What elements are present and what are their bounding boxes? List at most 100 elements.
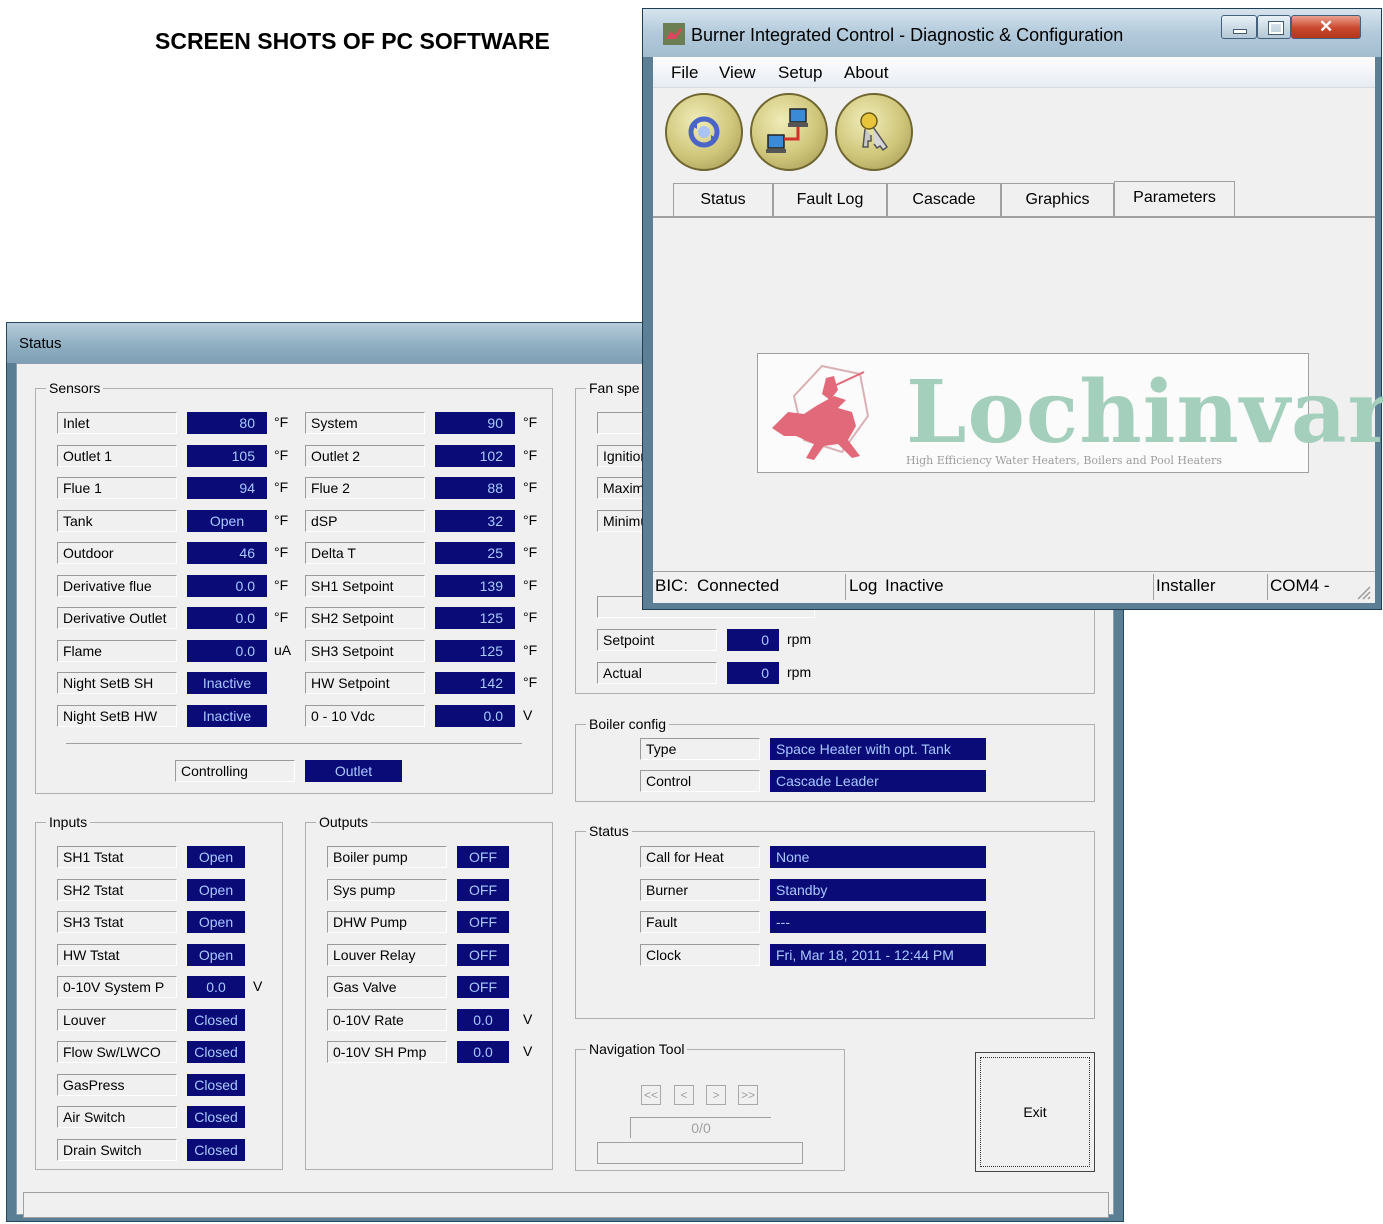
connect-toolbar-button[interactable] [750,93,828,171]
fan-actual-unit: rpm [787,664,812,680]
sensor-sh2-setpoint-unit: °F [523,609,538,625]
status-window-statusbar [23,1192,1109,1218]
app-icon [663,23,685,45]
tab-graphics[interactable]: Graphics [1001,183,1114,217]
menu-view[interactable]: View [719,63,756,83]
close-button[interactable]: ✕ [1291,15,1361,39]
sensor-0-10-vdc-value: 0.0 [435,705,515,727]
statusbar-divider [845,574,846,600]
sensor-night-setb-sh-label: Night SetB SH [57,672,177,694]
sensor-derivative-flue-unit: °F [274,577,289,593]
boiler-control-label: Control [640,770,760,792]
nav-prev-button[interactable]: < [674,1085,694,1105]
fan-speed-group-title: Fan spe [586,380,643,396]
status-info-title: Status [586,823,632,839]
maximize-button[interactable] [1257,15,1291,39]
output-louver-relay-label: Louver Relay [327,944,447,966]
sensor-sh3-setpoint-value: 125 [435,640,515,662]
sensor-sh3-setpoint-unit: °F [523,642,538,658]
sensor-night-setb-sh-value: Inactive [187,672,267,694]
horse-rider-logo-icon [772,364,870,460]
output-0-10v-rate-value: 0.0 [457,1009,509,1031]
status-call-for-heat-label: Call for Heat [640,846,760,868]
fan-actual-label: Actual [597,662,717,684]
sensor-night-setb-hw-value: Inactive [187,705,267,727]
sensor-sh3-setpoint-label: SH3 Setpoint [305,640,425,662]
lochinvar-logo: Lochinvar High Efficiency Water Heaters,… [757,353,1383,473]
nav-next-button[interactable]: > [706,1085,726,1105]
sensor-sh2-setpoint-value: 125 [435,607,515,629]
input-0-10v-system-p-unit: V [253,978,263,994]
sensor-flue-2-unit: °F [523,479,538,495]
input-0-10v-system-p-value: 0.0 [187,976,245,998]
input-hw-tstat-label: HW Tstat [57,944,177,966]
sensor-derivative-outlet-label: Derivative Outlet [57,607,177,629]
sensor-inlet-unit: °F [274,414,289,430]
sensor-derivative-flue-value: 0.0 [187,575,267,597]
tab-fault-log[interactable]: Fault Log [773,183,887,217]
refresh-toolbar-button[interactable] [665,93,743,171]
bic-window: Burner Integrated Control - Diagnostic &… [642,8,1383,610]
status-fault-label: Fault [640,911,760,933]
sensor-sh1-setpoint-unit: °F [523,577,538,593]
tab-status[interactable]: Status [673,183,773,217]
output-boiler-pump-label: Boiler pump [327,846,447,868]
tab-parameters[interactable]: Parameters [1114,181,1235,217]
sensor-dsp-label: dSP [305,510,425,532]
minimize-button[interactable] [1221,15,1257,39]
sensor-derivative-outlet-value: 0.0 [187,607,267,629]
output-gas-valve-value: OFF [457,976,509,998]
sensor-system-label: System [305,412,425,434]
input-drain-switch-label: Drain Switch [57,1139,177,1161]
bic-statusbar: BIC: Connected Log Inactive Installer CO… [653,571,1375,602]
boiler-type-value: Space Heater with opt. Tank [770,738,986,760]
bic-connection-state: Connected [697,576,780,595]
boiler-config-title: Boiler config [586,716,670,732]
fan-setpoint-label: Setpoint [597,629,717,651]
nav-last-button[interactable]: >> [738,1085,758,1105]
sensor-outlet-2-label: Outlet 2 [305,445,425,467]
resize-grip-icon[interactable] [1355,584,1371,600]
bic-label: BIC: [655,576,689,595]
sensor-delta-t-label: Delta T [305,542,425,564]
log-state: Inactive [885,576,944,595]
nav-first-button[interactable]: << [641,1085,661,1105]
output-0-10v-rate-label: 0-10V Rate [327,1009,447,1031]
user-level: Installer [1156,576,1216,595]
refresh-icon [688,116,720,148]
sensor-inlet-value: 80 [187,412,267,434]
sensor-tank-unit: °F [274,512,289,528]
sensor-inlet-label: Inlet [57,412,177,434]
tab-cascade[interactable]: Cascade [887,183,1001,217]
log-label: Log [849,576,878,595]
sensor-outdoor-unit: °F [274,544,289,560]
logo-wordmark: Lochinvar [906,362,1383,463]
exit-button-label: Exit [1023,1104,1047,1120]
keys-toolbar-button[interactable] [835,93,913,171]
statusbar-divider [1267,574,1268,600]
status-clock-label: Clock [640,944,760,966]
output-dhw-pump-label: DHW Pump [327,911,447,933]
bic-window-title: Burner Integrated Control - Diagnostic &… [691,25,1124,45]
menu-about[interactable]: About [844,63,888,83]
sensor-dsp-value: 32 [435,510,515,532]
sensor-derivative-outlet-unit: °F [274,609,289,625]
sensor-derivative-flue-label: Derivative flue [57,575,177,597]
close-icon: ✕ [1319,17,1334,36]
sensor-0-10-vdc-unit: V [523,707,533,723]
boiler-type-label: Type [640,738,760,760]
network-icon [766,108,808,153]
logo-tagline: High Efficiency Water Heaters, Boilers a… [906,454,1222,467]
inputs-group-title: Inputs [46,814,91,830]
window-controls: ✕ [1221,15,1373,39]
input-louver-label: Louver [57,1009,177,1031]
menu-setup[interactable]: Setup [778,63,822,83]
output-0-10v-rate-unit: V [523,1011,533,1027]
output-dhw-pump-value: OFF [457,911,509,933]
bic-title-bar[interactable]: Burner Integrated Control - Diagnostic &… [643,9,1381,57]
fan-setpoint-unit: rpm [787,631,812,647]
menu-file[interactable]: File [671,63,698,83]
exit-button[interactable]: Exit [975,1052,1095,1172]
sensor-sh2-setpoint-label: SH2 Setpoint [305,607,425,629]
input-air-switch-value: Closed [187,1106,245,1128]
